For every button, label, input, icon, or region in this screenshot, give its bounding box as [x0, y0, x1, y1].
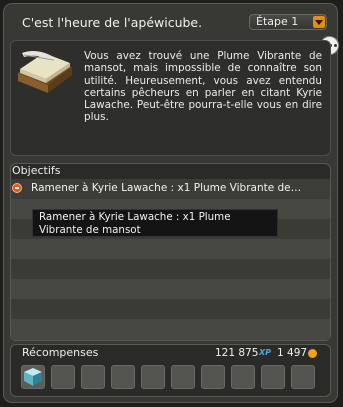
quest-title: C'est l'heure de l'apéwicube.: [22, 15, 203, 30]
reward-slot[interactable]: [201, 365, 225, 389]
empty-row: [11, 279, 330, 299]
more-dot-icon: [334, 44, 337, 47]
reward-slot[interactable]: [171, 365, 195, 389]
empty-row: [11, 259, 330, 279]
rewards-header: Récompenses: [22, 346, 99, 359]
objective-text: Ramener à Kyrie Lawache : x1 Plume Vibra…: [31, 182, 302, 194]
reward-slot[interactable]: [21, 365, 45, 389]
reward-slot[interactable]: [141, 365, 165, 389]
kama-coin-icon: [308, 349, 317, 358]
reward-slot[interactable]: [51, 365, 75, 389]
quest-description: Vous avez trouvé une Plume Vibrante de m…: [84, 50, 322, 124]
reward-slot[interactable]: [261, 365, 285, 389]
cube-icon: [24, 368, 42, 386]
empty-row: [11, 299, 330, 319]
empty-row: [11, 319, 330, 340]
reward-slot[interactable]: [231, 365, 255, 389]
objectives-header: Objectifs: [12, 164, 61, 177]
objective-tooltip: Ramener à Kyrie Lawache : x1 Plume Vibra…: [32, 209, 278, 237]
objective-incomplete-icon: [12, 183, 22, 193]
step-label: Étape 1: [256, 15, 299, 28]
chevron-down-icon[interactable]: [313, 16, 325, 28]
xp-icon: XP: [259, 348, 272, 357]
kamas-value: 1 497: [277, 347, 308, 359]
xp-value: 121 875: [215, 347, 259, 359]
reward-slot[interactable]: [81, 365, 105, 389]
reward-slot[interactable]: [291, 365, 315, 389]
step-dropdown[interactable]: Étape 1: [249, 14, 327, 30]
empty-row: [11, 239, 330, 259]
feather-book-icon: [18, 51, 72, 93]
reward-slot[interactable]: [111, 365, 135, 389]
